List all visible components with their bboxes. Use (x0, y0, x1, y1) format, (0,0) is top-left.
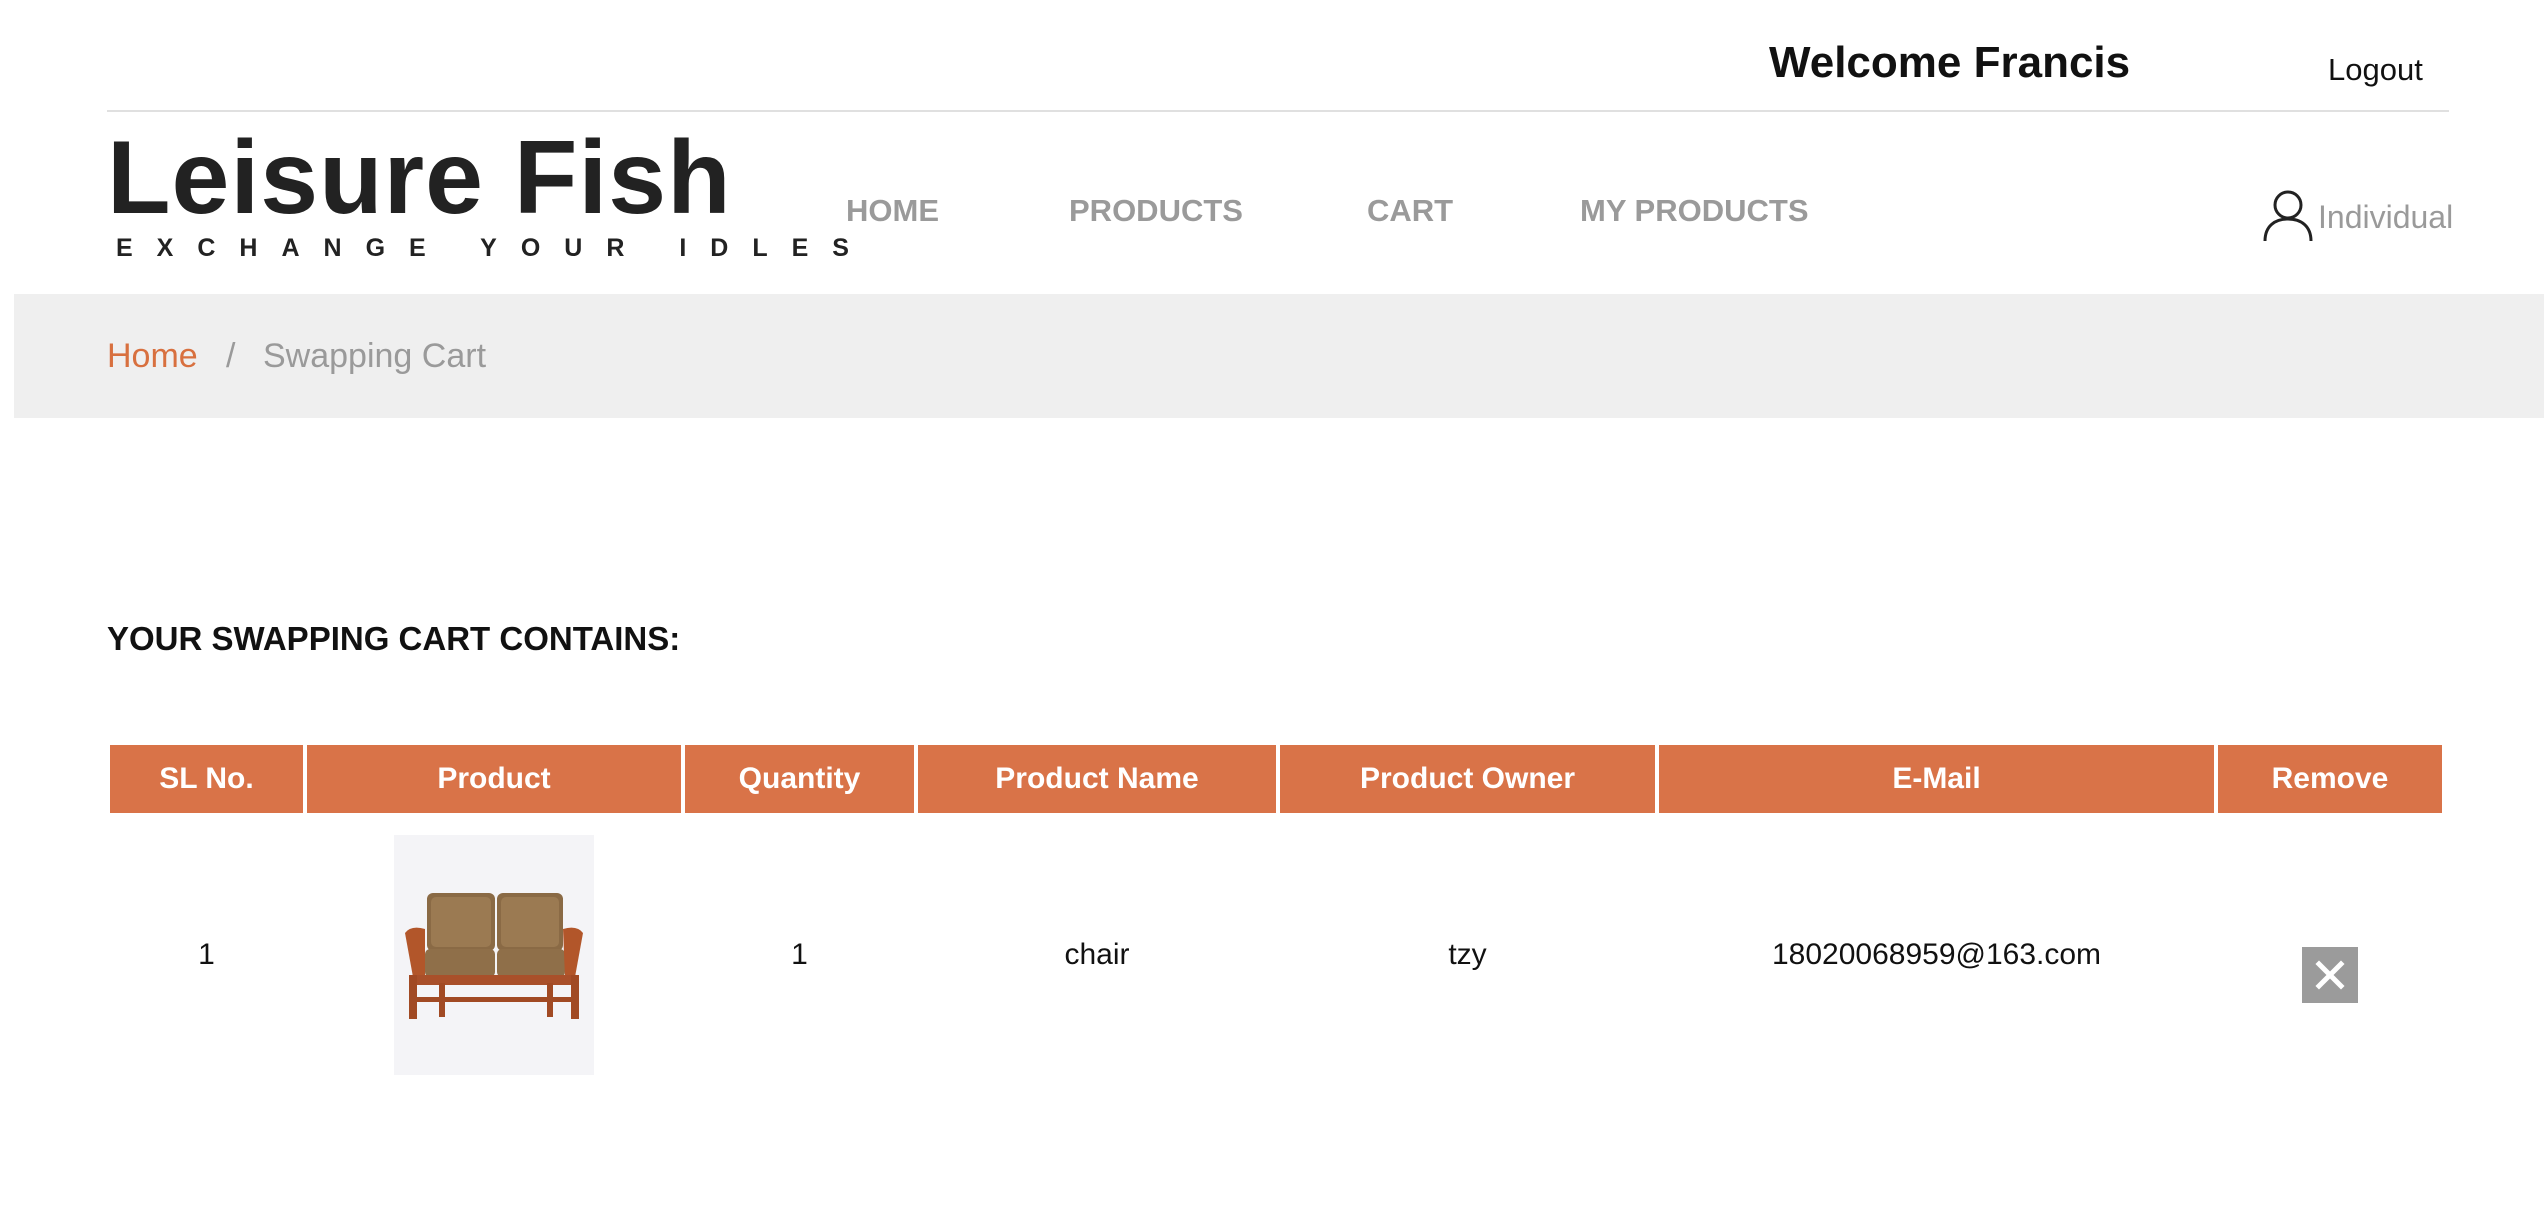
nav-item-cart[interactable]: CART (1367, 193, 1453, 229)
breadcrumb: Home / Swapping Cart (14, 294, 2544, 418)
cell-product-name: chair (1064, 938, 1130, 971)
cell-quantity: 1 (791, 938, 808, 971)
column-header-remove: Remove (2218, 745, 2442, 813)
cell-sl-no: 1 (198, 938, 215, 971)
breadcrumb-separator: / (226, 337, 236, 375)
site-logo-title[interactable]: Leisure Fish (107, 126, 732, 230)
column-header-product-owner: Product Owner (1280, 745, 1655, 813)
column-header-product: Product (307, 745, 681, 813)
product-image[interactable] (394, 835, 594, 1075)
logout-link[interactable]: Logout (2328, 52, 2423, 88)
breadcrumb-current: Swapping Cart (263, 337, 487, 375)
nav-item-home[interactable]: HOME (846, 193, 939, 229)
cell-product (307, 813, 681, 1097)
cart-table: SL No. Product Quantity Product Name Pro… (106, 745, 2446, 1097)
top-bar: Welcome Francis Logout (107, 0, 2449, 112)
page: Welcome Francis Logout Leisure Fish EXCH… (0, 0, 2546, 1212)
user-menu[interactable]: Individual (2262, 188, 2453, 247)
table-header-row: SL No. Product Quantity Product Name Pro… (110, 745, 2442, 813)
column-header-email: E-Mail (1659, 745, 2214, 813)
cell-remove (2218, 813, 2442, 1097)
remove-button[interactable] (2302, 947, 2358, 1003)
nav-item-my-products[interactable]: MY PRODUCTS (1580, 193, 1809, 229)
user-label: Individual (2318, 199, 2454, 235)
table-row: 1 1 chair tzy 18020068959@163.com (110, 813, 2442, 1097)
close-icon (2315, 960, 2345, 990)
column-header-sl-no: SL No. (110, 745, 303, 813)
cell-email: 18020068959@163.com (1771, 938, 2102, 971)
nav-item-products[interactable]: PRODUCTS (1069, 193, 1243, 229)
column-header-product-name: Product Name (918, 745, 1276, 813)
column-header-quantity: Quantity (685, 745, 914, 813)
breadcrumb-home-link[interactable]: Home (107, 337, 198, 376)
welcome-message: Welcome Francis (1769, 38, 2131, 87)
site-logo-tagline: EXCHANGE YOUR IDLES (116, 234, 873, 262)
cell-product-owner: tzy (1448, 938, 1487, 971)
user-icon (2262, 188, 2314, 247)
sofa-image (405, 893, 583, 1019)
cart-heading: YOUR SWAPPING CART CONTAINS: (107, 620, 681, 657)
